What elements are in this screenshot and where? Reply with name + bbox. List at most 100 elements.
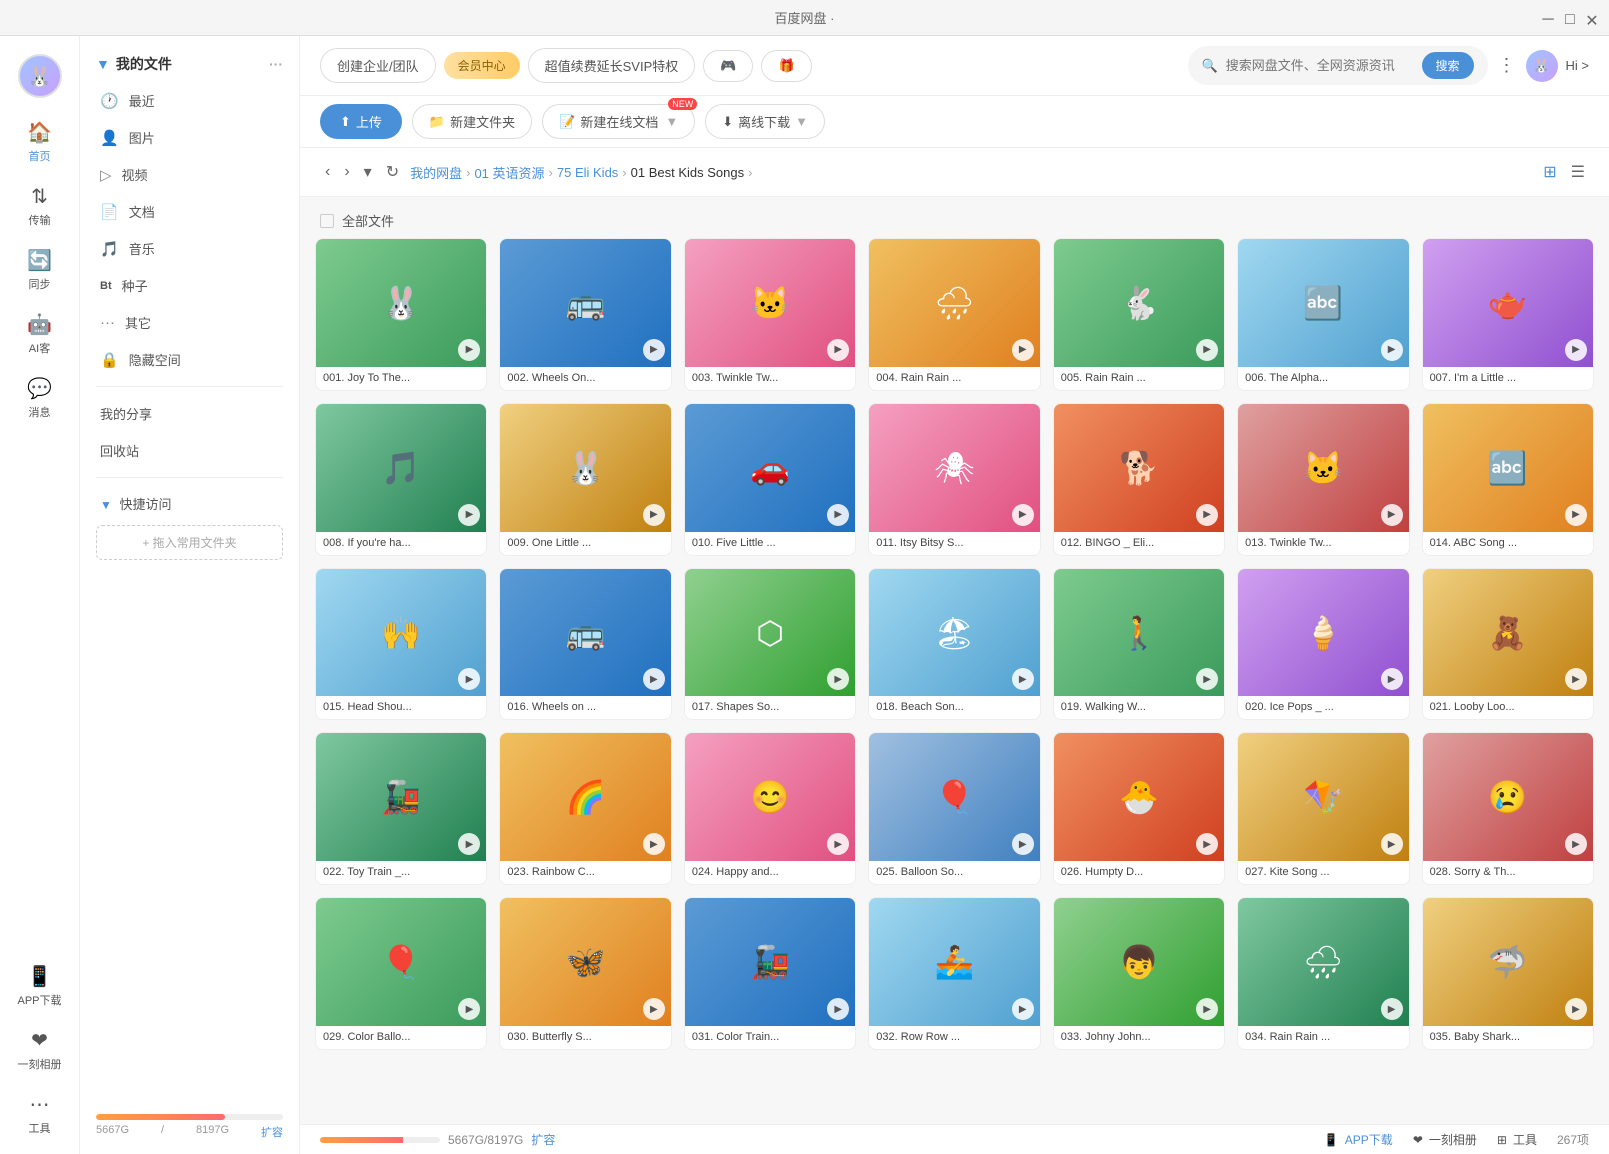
expand-button[interactable]: 扩容: [261, 1124, 283, 1140]
back-button[interactable]: ‹: [320, 161, 335, 183]
sidebar-item-app[interactable]: 📱 APP下载: [5, 956, 75, 1016]
play-button[interactable]: ▶: [1381, 339, 1403, 361]
play-button[interactable]: ▶: [1381, 504, 1403, 526]
my-files-more[interactable]: ···: [269, 56, 283, 72]
sidebar-item-tools[interactable]: ⋯ 工具: [5, 1084, 75, 1144]
play-button[interactable]: ▶: [1012, 833, 1034, 855]
photo-app-link[interactable]: ❤ 一刻相册: [1413, 1131, 1477, 1148]
window-controls[interactable]: ─ □ ✕: [1541, 11, 1599, 25]
sidebar-item-ai[interactable]: 🤖 AI客: [5, 304, 75, 364]
file-item[interactable]: 🚶 ▶ 019. Walking W...: [1053, 568, 1225, 721]
file-item[interactable]: 🔤 ▶ 006. The Alpha...: [1237, 238, 1409, 391]
minimize-button[interactable]: ─: [1541, 11, 1555, 25]
file-item[interactable]: 🚣 ▶ 032. Row Row ...: [868, 897, 1040, 1050]
sidebar-avatar[interactable]: 🐰: [5, 46, 75, 108]
select-all-checkbox[interactable]: [320, 214, 334, 228]
create-team-button[interactable]: 创建企业/团队: [320, 48, 436, 83]
new-folder-button[interactable]: 📁 新建文件夹: [412, 104, 532, 139]
play-button[interactable]: ▶: [827, 339, 849, 361]
sidebar-item-transfer[interactable]: ⇅ 传输: [5, 176, 75, 236]
app-download-link[interactable]: 📱 APP下载: [1324, 1131, 1393, 1148]
file-item[interactable]: 🚌 ▶ 016. Wheels on ...: [499, 568, 671, 721]
vip-button[interactable]: 会员中心: [444, 52, 520, 79]
file-item[interactable]: 🕷 ▶ 011. Itsy Bitsy S...: [868, 403, 1040, 556]
breadcrumb-path1[interactable]: 01 英语资源: [474, 163, 544, 182]
file-item[interactable]: 🚌 ▶ 002. Wheels On...: [499, 238, 671, 391]
file-item[interactable]: 🐰 ▶ 001. Joy To The...: [315, 238, 487, 391]
file-item[interactable]: 😢 ▶ 028. Sorry & Th...: [1422, 732, 1594, 885]
play-button[interactable]: ▶: [643, 504, 665, 526]
gift-button[interactable]: 🎁: [761, 50, 811, 82]
menu-item-docs[interactable]: 📄 文档: [80, 193, 299, 230]
list-view-button[interactable]: ☰: [1567, 158, 1589, 186]
menu-item-recent[interactable]: 🕐 最近: [80, 82, 299, 119]
file-item[interactable]: 🎈 ▶ 029. Color Ballo...: [315, 897, 487, 1050]
dropdown-button[interactable]: ▾: [359, 160, 377, 184]
sidebar-item-sync[interactable]: 🔄 同步: [5, 240, 75, 300]
file-item[interactable]: 🚗 ▶ 010. Five Little ...: [684, 403, 856, 556]
game-button[interactable]: 🎮: [703, 50, 753, 82]
breadcrumb-path2[interactable]: 75 Eli Kids: [557, 165, 618, 180]
file-item[interactable]: 🦈 ▶ 035. Baby Shark...: [1422, 897, 1594, 1050]
menu-item-music[interactable]: 🎵 音乐: [80, 230, 299, 267]
file-item[interactable]: 🐰 ▶ 009. One Little ...: [499, 403, 671, 556]
file-item[interactable]: 🐕 ▶ 012. BINGO _ Eli...: [1053, 403, 1225, 556]
file-item[interactable]: 🐣 ▶ 026. Humpty D...: [1053, 732, 1225, 885]
play-button[interactable]: ▶: [1012, 339, 1034, 361]
play-button[interactable]: ▶: [643, 833, 665, 855]
offline-download-button[interactable]: ⬇ 离线下载 ▼: [705, 104, 825, 139]
file-item[interactable]: 👦 ▶ 033. Johny John...: [1053, 897, 1225, 1050]
menu-item-other[interactable]: ··· 其它: [80, 304, 299, 341]
file-item[interactable]: 🐱 ▶ 003. Twinkle Tw...: [684, 238, 856, 391]
file-item[interactable]: 🚂 ▶ 022. Toy Train _...: [315, 732, 487, 885]
menu-item-share[interactable]: 我的分享: [80, 395, 299, 432]
play-button[interactable]: ▶: [1565, 339, 1587, 361]
tools-link[interactable]: ⊞ 工具: [1497, 1131, 1537, 1148]
search-input[interactable]: [1226, 58, 1414, 73]
file-item[interactable]: 😊 ▶ 024. Happy and...: [684, 732, 856, 885]
more-options-button[interactable]: ⋮: [1498, 55, 1516, 76]
play-button[interactable]: ▶: [1012, 998, 1034, 1020]
file-item[interactable]: 🦋 ▶ 030. Butterfly S...: [499, 897, 671, 1050]
play-button[interactable]: ▶: [1012, 504, 1034, 526]
add-folder-button[interactable]: + 拖入常用文件夹: [96, 525, 283, 560]
file-item[interactable]: 🌧 ▶ 004. Rain Rain ...: [868, 238, 1040, 391]
file-item[interactable]: 🎵 ▶ 008. If you're ha...: [315, 403, 487, 556]
file-item[interactable]: 🌈 ▶ 023. Rainbow C...: [499, 732, 671, 885]
file-item[interactable]: 🙌 ▶ 015. Head Shou...: [315, 568, 487, 721]
breadcrumb-disk[interactable]: 我的网盘: [410, 163, 462, 182]
file-item[interactable]: 🫖 ▶ 007. I'm a Little ...: [1422, 238, 1594, 391]
search-button[interactable]: 搜索: [1422, 52, 1474, 79]
menu-item-recycle[interactable]: 回收站: [80, 432, 299, 469]
file-item[interactable]: 🌧 ▶ 034. Rain Rain ...: [1237, 897, 1409, 1050]
file-item[interactable]: 🪁 ▶ 027. Kite Song ...: [1237, 732, 1409, 885]
user-hi-label[interactable]: Hi >: [1566, 58, 1589, 73]
play-button[interactable]: ▶: [643, 998, 665, 1020]
close-button[interactable]: ✕: [1585, 11, 1599, 25]
file-item[interactable]: 🍦 ▶ 020. Ice Pops _ ...: [1237, 568, 1409, 721]
file-item[interactable]: 🧸 ▶ 021. Looby Loo...: [1422, 568, 1594, 721]
grid-view-button[interactable]: ⊞: [1539, 158, 1560, 186]
expand-storage-button[interactable]: 扩容: [531, 1131, 555, 1148]
refresh-button[interactable]: ↻: [381, 160, 404, 184]
forward-button[interactable]: ›: [339, 161, 354, 183]
sidebar-item-message[interactable]: 💬 消息: [5, 368, 75, 428]
maximize-button[interactable]: □: [1563, 11, 1577, 25]
sidebar-item-photo[interactable]: ❤ 一刻相册: [5, 1020, 75, 1080]
file-item[interactable]: 🚂 ▶ 031. Color Train...: [684, 897, 856, 1050]
menu-item-videos[interactable]: ▷ 视频: [80, 156, 299, 193]
file-item[interactable]: 🏖 ▶ 018. Beach Son...: [868, 568, 1040, 721]
file-item[interactable]: 🔤 ▶ 014. ABC Song ...: [1422, 403, 1594, 556]
play-button[interactable]: ▶: [1381, 998, 1403, 1020]
sidebar-item-home[interactable]: 🏠 首页: [5, 112, 75, 172]
menu-item-photos[interactable]: 👤 图片: [80, 119, 299, 156]
play-button[interactable]: ▶: [1381, 833, 1403, 855]
svip-promo-button[interactable]: 超值续费延长SVIP特权: [528, 48, 696, 83]
play-button[interactable]: ▶: [1196, 504, 1218, 526]
file-item[interactable]: 🐇 ▶ 005. Rain Rain ...: [1053, 238, 1225, 391]
upload-button[interactable]: ⬆ 上传: [320, 104, 402, 139]
file-item[interactable]: 🐱 ▶ 013. Twinkle Tw...: [1237, 403, 1409, 556]
play-button[interactable]: ▶: [1565, 504, 1587, 526]
file-item[interactable]: 🎈 ▶ 025. Balloon So...: [868, 732, 1040, 885]
play-button[interactable]: ▶: [458, 504, 480, 526]
